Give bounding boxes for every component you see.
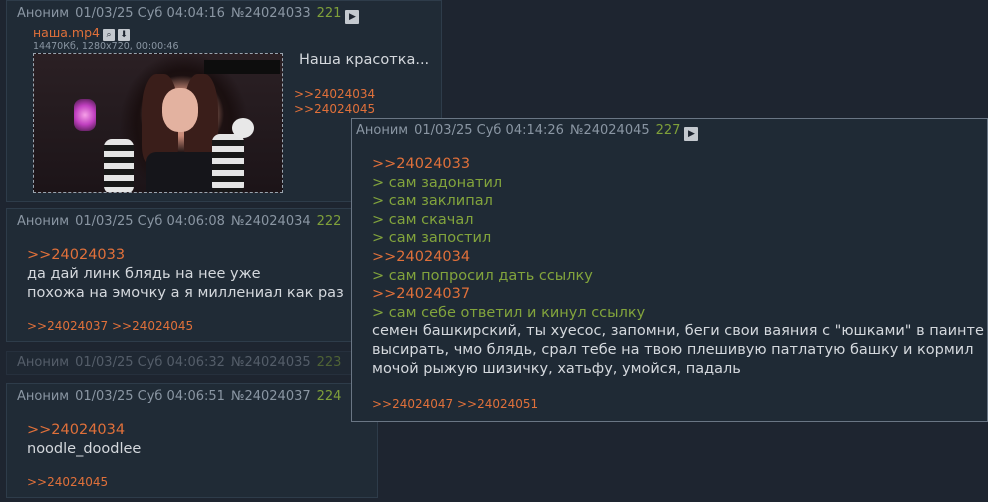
file-link[interactable]: наша.mp4 ⌕ ⬇	[33, 25, 130, 41]
post-header: Аноним 01/03/25 Суб 04:06:32 №24024035 223	[17, 355, 341, 371]
greentext-line: > сам запостил	[372, 230, 492, 247]
reply-links[interactable]: >>24024047 >>24024051	[372, 397, 538, 411]
post-text: семен башкирский, ты хуесос, запомни, бе…	[372, 323, 984, 340]
post-date: 01/03/25 Суб 04:06:08	[75, 214, 225, 229]
quote-link[interactable]: >>24024033	[27, 246, 125, 265]
file-meta: 14470Кб, 1280x720, 00:00:46	[33, 41, 179, 52]
greentext-line: > сам задонатил	[372, 174, 503, 191]
greentext-line: > сам попросил дать ссылку	[372, 267, 593, 284]
greentext-line: > сам себе ответил и кинул ссылку	[372, 304, 646, 321]
poster-name: Аноним	[17, 389, 70, 404]
post-number[interactable]: №24024035	[231, 355, 311, 370]
post-number[interactable]: №24024034	[231, 214, 311, 229]
reply-links[interactable]: >>24024037 >>24024045	[27, 319, 193, 333]
post-date: 01/03/25 Суб 04:06:51	[75, 389, 225, 404]
download-icon[interactable]: ⬇	[117, 29, 130, 41]
reply-link[interactable]: >>24024045	[294, 102, 375, 116]
post-date: 01/03/25 Суб 04:06:32	[75, 355, 225, 370]
post-date: 01/03/25 Суб 04:14:26	[414, 123, 564, 138]
reply-link[interactable]: >>24024034	[294, 87, 375, 101]
post-24024034: Аноним 01/03/25 Суб 04:06:08 №24024034 222 …	[6, 208, 378, 342]
post-text: похожа на эмочку а я миллениал как раз	[27, 285, 344, 301]
post-header: Аноним 01/03/25 Суб 04:06:08 №24024034 222	[17, 214, 341, 230]
post-24024037: Аноним 01/03/25 Суб 04:06:51 №24024037 224 …	[6, 383, 378, 498]
post-index: 221	[316, 6, 342, 21]
reply-links[interactable]: >>24024045	[27, 475, 108, 489]
post-text: Наша красотка...	[299, 52, 430, 68]
post-number[interactable]: №24024033	[231, 6, 311, 21]
post-text: да дай линк блядь на нее уже	[27, 266, 261, 282]
post-24024035: Аноним 01/03/25 Суб 04:06:32 №24024035 223	[6, 351, 378, 375]
quote-link[interactable]: >>24024034	[27, 421, 125, 440]
post-text: noodle_doodlee	[27, 441, 142, 457]
poster-name: Аноним	[17, 6, 70, 21]
post-index: 222	[316, 214, 342, 229]
post-index: 227	[655, 123, 681, 138]
post-text: мочой рыжую шизичку, хатьфу, умойся, пад…	[372, 360, 741, 377]
post-number[interactable]: №24024045	[570, 123, 650, 138]
play-icon[interactable]: ▶	[684, 127, 699, 141]
greentext-line: > сам заклипал	[372, 193, 493, 210]
quote-link[interactable]: >>24024037	[372, 285, 470, 304]
post-index: 224	[316, 389, 342, 404]
quote-link[interactable]: >>24024034	[372, 248, 470, 267]
post-header: Аноним 01/03/25 Суб 04:14:26 №24024045 227 ▶	[356, 123, 699, 141]
post-preview-popup: Аноним 01/03/25 Суб 04:14:26 №24024045 227 ▶…	[351, 118, 988, 422]
poster-name: Аноним	[356, 123, 409, 138]
search-icon[interactable]: ⌕	[102, 29, 115, 41]
poster-name: Аноним	[17, 214, 70, 229]
play-icon[interactable]: ▶	[345, 10, 360, 24]
post-number[interactable]: №24024037	[231, 389, 311, 404]
post-text: высирать, чмо блядь, срал тебе на твою п…	[372, 342, 974, 358]
video-thumbnail[interactable]	[33, 53, 283, 193]
post-header: Аноним 01/03/25 Суб 04:04:16 №24024033 221 ▶	[17, 6, 360, 24]
greentext-line: > сам скачал	[372, 211, 474, 228]
quote-link[interactable]: >>24024033	[372, 155, 470, 174]
post-header: Аноним 01/03/25 Суб 04:06:51 №24024037 224	[17, 389, 341, 405]
poster-name: Аноним	[17, 355, 70, 370]
post-index: 223	[316, 355, 342, 370]
post-date: 01/03/25 Суб 04:04:16	[75, 6, 225, 21]
